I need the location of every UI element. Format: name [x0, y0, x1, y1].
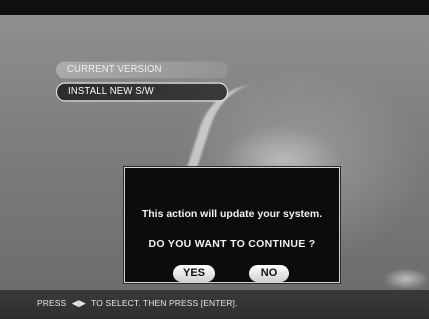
dialog-question: DO YOU WANT TO CONTINUE ?: [148, 238, 316, 250]
menu-item-label: CURRENT VERSION: [67, 63, 162, 76]
tv-screen: CURRENT VERSION INSTALL NEW S/W This act…: [0, 15, 429, 319]
confirm-dialog: This action will update your system. DO …: [124, 167, 340, 283]
press-label: PRESS: [37, 298, 67, 308]
menu-item-label: INSTALL NEW S/W: [68, 85, 154, 98]
dialog-message: This action will update your system.: [141, 208, 323, 220]
menu-item-install-new-sw[interactable]: INSTALL NEW S/W: [56, 82, 228, 102]
left-right-arrows-icon: ◀▶: [71, 298, 86, 308]
menu-item-current-version[interactable]: CURRENT VERSION: [56, 61, 228, 79]
upgrade-menu: CURRENT VERSION INSTALL NEW S/W: [56, 61, 228, 106]
instruction-bar: PRESS ◀▶ TO SELECT. THEN PRESS [ENTER].: [0, 290, 429, 319]
yes-button[interactable]: YES: [173, 265, 215, 282]
instruction-text: PRESS ◀▶ TO SELECT. THEN PRESS [ENTER].: [37, 298, 237, 309]
instruction-label: TO SELECT. THEN PRESS [ENTER].: [91, 298, 238, 308]
background-corner-highlight: [383, 268, 429, 290]
no-button[interactable]: NO: [249, 265, 289, 282]
